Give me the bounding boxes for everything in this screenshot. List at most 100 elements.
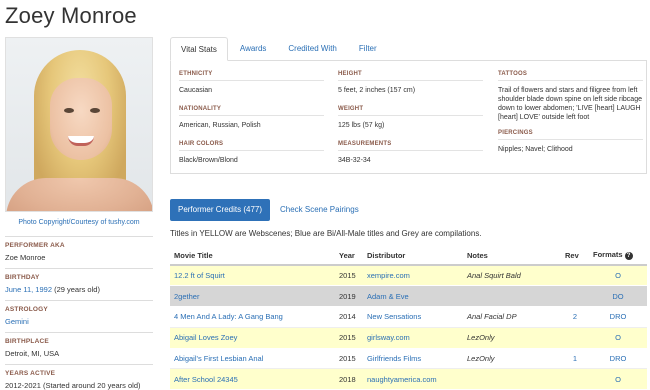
tab-awards[interactable]: Awards	[230, 37, 277, 61]
tattoos-value: Trail of flowers and stars and filigree …	[498, 87, 642, 121]
movie-year: 2018	[339, 374, 356, 384]
movie-title-link[interactable]: 4 Men And A Lady: A Gang Bang	[174, 312, 283, 321]
table-cell: 2015	[335, 265, 363, 287]
piercings-value: Nipples; Navel; Clithood	[498, 146, 573, 153]
page-title: Zoey Monroe	[5, 3, 137, 28]
formats-header-label: Formats	[593, 250, 623, 260]
table-cell	[463, 368, 561, 390]
table-cell: 2019	[335, 285, 363, 308]
tab-filter[interactable]: Filter	[349, 37, 387, 61]
birthday-link[interactable]: June 11, 1992	[5, 285, 52, 294]
table-cell: DRO	[589, 348, 647, 370]
movie-title-link[interactable]: Abigail's First Lesbian Anal	[174, 354, 263, 363]
hair-colors-value: Black/Brown/Blond	[179, 157, 238, 164]
distributor-link[interactable]: Adam & Eve	[367, 292, 409, 301]
credits-rows: 12.2 ft of Squirt 2015 xempire.com Anal Squ…	[170, 265, 647, 390]
formats-link[interactable]: O	[615, 271, 621, 280]
movie-year: 2019	[339, 291, 356, 301]
table-cell: Girlfriends Films	[363, 348, 463, 370]
distributor-link[interactable]: New Sensations	[367, 312, 421, 321]
movie-title-link[interactable]: 2gether	[174, 292, 199, 301]
vitals-column-3: Tattoos Trail of flowers and stars and f…	[498, 71, 643, 165]
movie-title-link[interactable]: Abigail Loves Zoey	[174, 333, 237, 342]
measurements-label: Measurements	[338, 141, 483, 151]
photo-credit-link[interactable]: Photo Copyright/Courtesy of tushy.com	[5, 218, 153, 227]
distributor-link[interactable]: xempire.com	[367, 271, 410, 280]
table-row: Abigail's First Lesbian Anal 2015 Girlfrie…	[170, 348, 647, 370]
vital-stats-panel: Ethnicity Caucasian Nationality American…	[170, 60, 647, 174]
col-distributor-header[interactable]: Distributor	[363, 246, 463, 266]
height-label: Height	[338, 71, 483, 81]
distributor-link[interactable]: girlsway.com	[367, 333, 410, 342]
bio-label: Years Active	[5, 364, 153, 378]
review-count-link[interactable]: 2	[573, 312, 577, 321]
credits-legend-note: Titles in YELLOW are Webscenes; Blue are…	[170, 229, 482, 238]
col-title-header[interactable]: Movie Title	[170, 246, 335, 266]
table-cell: O	[589, 265, 647, 287]
table-cell	[561, 285, 589, 308]
weight-label: Weight	[338, 106, 483, 116]
movie-title-link[interactable]: 12.2 ft of Squirt	[174, 271, 225, 280]
table-cell: New Sensations	[363, 306, 463, 328]
table-cell: xempire.com	[363, 265, 463, 287]
ethnicity-label: Ethnicity	[179, 71, 324, 81]
question-circle-icon[interactable]: ?	[624, 251, 633, 260]
table-cell: Abigail's First Lesbian Anal	[170, 348, 335, 370]
ethnicity-value: Caucasian	[179, 87, 213, 94]
formats-link[interactable]: DRO	[610, 312, 627, 321]
table-cell	[561, 265, 589, 287]
bio-value: Detroit, MI, USA	[5, 349, 60, 358]
bio-label: Astrology	[5, 300, 153, 314]
table-cell: After School 24345	[170, 368, 335, 390]
formats-link[interactable]: O	[615, 333, 621, 342]
table-cell	[463, 285, 561, 308]
bio-label: Birthday	[5, 268, 153, 282]
table-cell: Anal Facial DP	[463, 306, 561, 328]
table-cell: 2	[561, 306, 589, 328]
bio-item-aka: Performer AKA Zoe Monroe	[5, 236, 153, 268]
bio-value: Gemini	[5, 314, 153, 332]
table-cell: 4 Men And A Lady: A Gang Bang	[170, 306, 335, 328]
movie-notes: LezOnly	[467, 333, 495, 343]
hair-colors-label: Hair Colors	[179, 141, 324, 151]
bio-item-years-active: Years Active 2012-2021 (Started around 2…	[5, 364, 153, 390]
review-count-link[interactable]: 1	[573, 354, 577, 363]
col-year-header[interactable]: Year	[335, 246, 363, 266]
table-cell: O	[589, 327, 647, 349]
weight-value: 125 lbs (57 kg)	[338, 122, 385, 129]
astrology-link[interactable]: Gemini	[5, 317, 29, 326]
piercings-label: Piercings	[498, 130, 643, 140]
movie-title-link[interactable]: After School 24345	[174, 375, 238, 384]
formats-link[interactable]: DO	[612, 292, 623, 301]
credits-table: Movie Title Year Distributor Notes Rev F…	[170, 246, 647, 390]
tab-credited-with[interactable]: Credited With	[278, 37, 346, 61]
table-cell: 2018	[335, 368, 363, 390]
credits-header-row: Movie Title Year Distributor Notes Rev F…	[170, 246, 647, 266]
performer-credits-button[interactable]: Performer Credits (477)	[170, 199, 270, 221]
table-cell	[561, 327, 589, 349]
table-cell: Abigail Loves Zoey	[170, 327, 335, 349]
bio-label: Performer AKA	[5, 236, 153, 250]
nationality-label: Nationality	[179, 106, 324, 116]
col-notes-header[interactable]: Notes	[463, 246, 561, 266]
table-cell: 2014	[335, 306, 363, 328]
tattoos-label: Tattoos	[498, 71, 643, 81]
table-cell: girlsway.com	[363, 327, 463, 349]
table-row: After School 24345 2018 naughtyamerica.com…	[170, 368, 647, 390]
distributor-link[interactable]: naughtyamerica.com	[367, 375, 437, 384]
movie-year: 2015	[339, 354, 356, 364]
tab-vital-stats[interactable]: Vital Stats	[170, 37, 228, 61]
distributor-link[interactable]: Girlfriends Films	[367, 354, 421, 363]
table-row: 4 Men And A Lady: A Gang Bang 2014 New Sen…	[170, 306, 647, 328]
formats-link[interactable]: DRO	[610, 354, 627, 363]
formats-link[interactable]: O	[615, 375, 621, 384]
col-formats-header: Formats?	[589, 246, 647, 266]
vitals-column-1: Ethnicity Caucasian Nationality American…	[179, 71, 324, 176]
col-rev-header[interactable]: Rev	[561, 246, 589, 266]
bio-item-birthplace: Birthplace Detroit, MI, USA	[5, 332, 153, 364]
performer-photo	[5, 37, 153, 212]
table-row: Abigail Loves Zoey 2015 girlsway.com LezOnl…	[170, 327, 647, 349]
bio-list: Performer AKA Zoe Monroe Birthday June 1…	[5, 236, 153, 390]
scene-pairings-link[interactable]: Check Scene Pairings	[280, 199, 359, 221]
table-cell: LezOnly	[463, 348, 561, 370]
